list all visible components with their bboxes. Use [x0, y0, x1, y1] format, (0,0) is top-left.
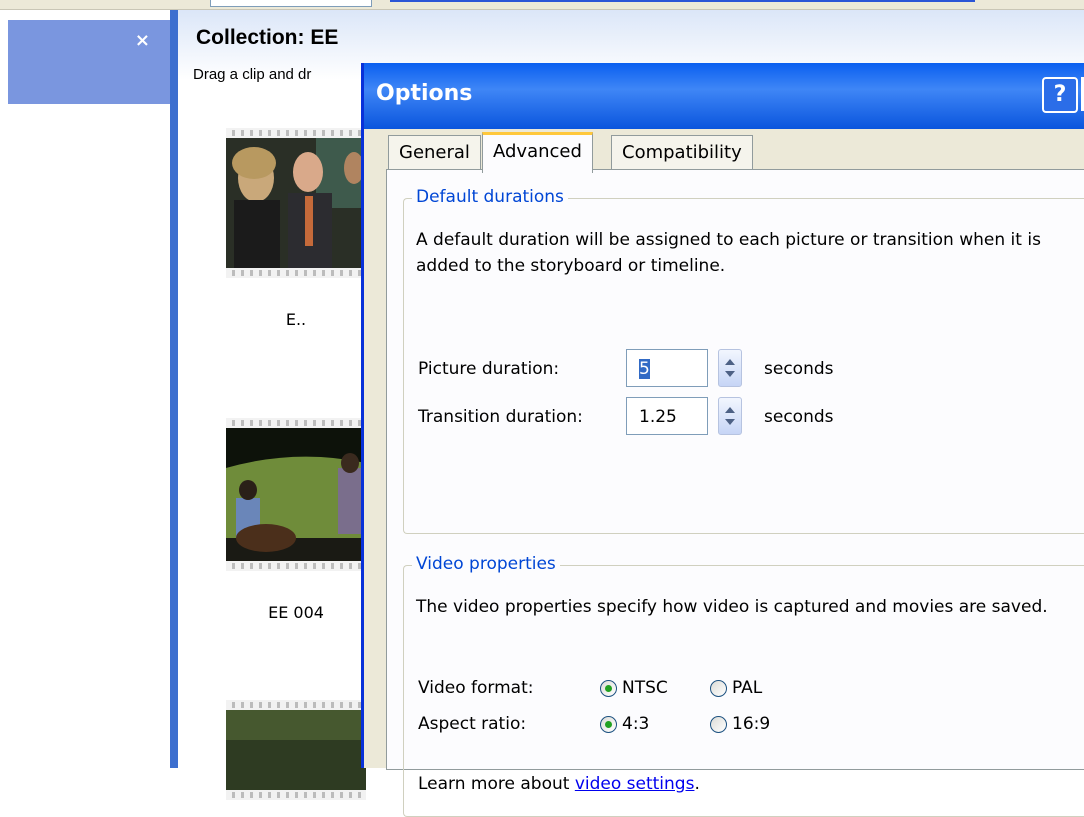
clip-thumbnail-image-3: [226, 710, 366, 790]
video-properties-group: Video properties The video properties sp…: [403, 554, 1084, 817]
learn-more-prefix: Learn more about: [418, 774, 575, 794]
clip-thumbnail[interactable]: [226, 418, 366, 571]
picture-duration-value: 5: [639, 359, 650, 379]
learn-more-suffix: .: [694, 774, 700, 794]
dialog-titlebar[interactable]: Options ?: [364, 63, 1084, 129]
clip-thumbnail-image-2: [226, 428, 366, 561]
pal-radio-label[interactable]: PAL: [732, 678, 762, 698]
video-format-label: Video format:: [418, 678, 534, 698]
task-pane-border: [170, 10, 178, 768]
task-pane: ×: [0, 10, 178, 768]
task-pane-header: ×: [8, 20, 170, 104]
spin-up-icon[interactable]: [725, 359, 735, 365]
ntsc-radio[interactable]: [600, 680, 617, 697]
spin-down-icon[interactable]: [725, 419, 735, 425]
aspect-4-3-radio[interactable]: [600, 716, 617, 733]
collection-title: Collection: EE: [196, 26, 339, 49]
aspect-4-3-radio-label[interactable]: 4:3: [622, 714, 649, 734]
clip-label: E..: [285, 310, 307, 329]
tab-compatibility[interactable]: Compatibility: [611, 135, 753, 170]
video-settings-link[interactable]: video settings: [575, 774, 695, 794]
help-button[interactable]: ?: [1042, 77, 1078, 113]
default-durations-group: Default durations A default duration wil…: [403, 187, 1084, 534]
spin-up-icon[interactable]: [725, 407, 735, 413]
transition-duration-spinner[interactable]: [718, 397, 742, 435]
picture-duration-units: seconds: [764, 359, 834, 379]
collection-hint: Drag a clip and dr: [193, 66, 312, 83]
transition-duration-label: Transition duration:: [418, 407, 583, 427]
video-properties-description: The video properties specify how video i…: [416, 597, 1048, 617]
clip-thumbnail-image-1: [226, 138, 366, 268]
aspect-16-9-radio-label[interactable]: 16:9: [732, 714, 770, 734]
tab-panel-advanced: Default durations A default duration wil…: [386, 169, 1084, 817]
toolbar-button-fragment[interactable]: [210, 0, 372, 7]
pal-radio[interactable]: [710, 680, 727, 697]
transition-duration-units: seconds: [764, 407, 834, 427]
picture-duration-label: Picture duration:: [418, 359, 560, 379]
clip-thumbnail[interactable]: [226, 128, 366, 278]
top-toolbar-strip: [0, 0, 1084, 10]
close-icon[interactable]: ×: [135, 30, 150, 51]
tab-general[interactable]: General: [388, 135, 481, 170]
default-durations-legend: Default durations: [412, 187, 568, 207]
video-properties-legend: Video properties: [412, 554, 560, 574]
transition-duration-input[interactable]: 1.25: [626, 397, 708, 435]
aspect-ratio-label: Aspect ratio:: [418, 714, 527, 734]
toolbar-link-fragment[interactable]: [390, 0, 975, 2]
clip-thumbnail[interactable]: [226, 700, 366, 800]
transition-duration-value: 1.25: [639, 407, 677, 427]
aspect-16-9-radio[interactable]: [710, 716, 727, 733]
picture-duration-input[interactable]: 5: [626, 349, 708, 387]
learn-more-text: Learn more about video settings.: [418, 774, 700, 794]
picture-duration-spinner[interactable]: [718, 349, 742, 387]
ntsc-radio-label[interactable]: NTSC: [622, 678, 668, 698]
spin-down-icon[interactable]: [725, 371, 735, 377]
clip-label: EE 004: [268, 603, 324, 622]
tab-advanced[interactable]: Advanced: [482, 132, 593, 173]
default-durations-description: A default duration will be assigned to e…: [416, 230, 1041, 276]
dialog-title: Options: [376, 81, 473, 106]
options-dialog: Options ? General Advanced Compatibility…: [361, 63, 1084, 817]
